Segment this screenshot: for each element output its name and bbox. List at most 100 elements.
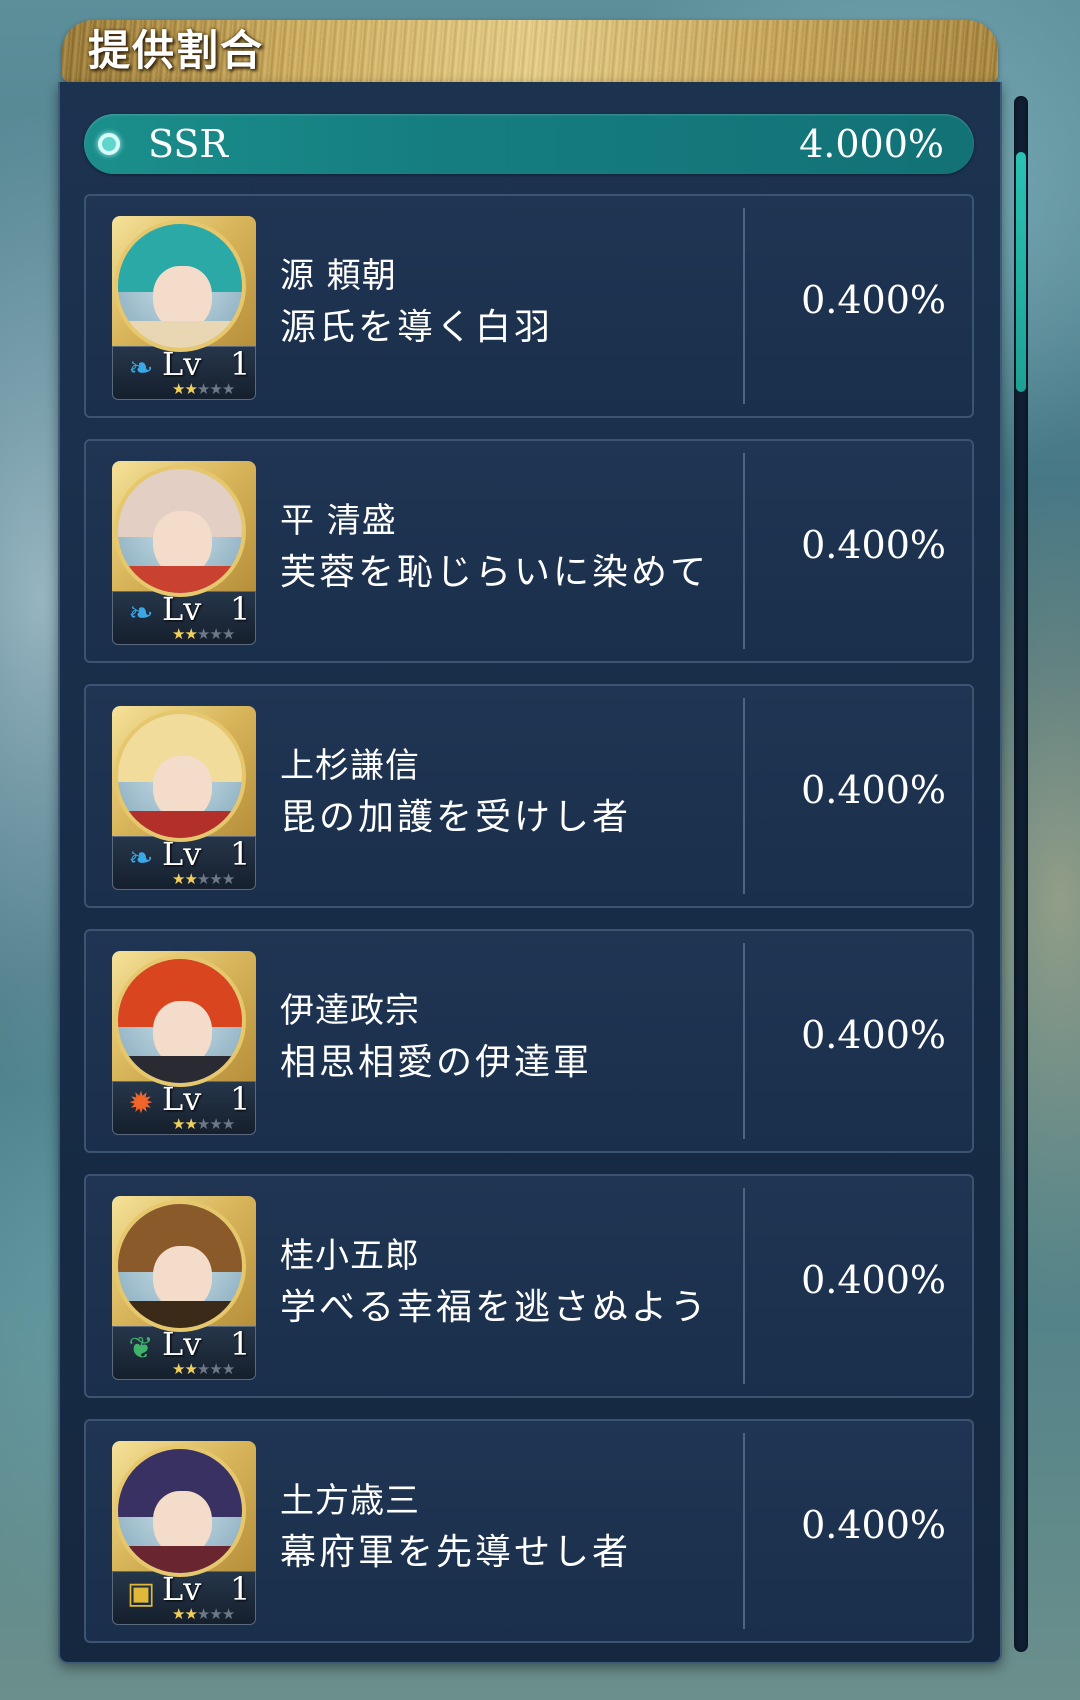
star-icon: ★ bbox=[209, 1115, 222, 1133]
character-name: 桂小五郎 bbox=[280, 1236, 420, 1276]
star-icon: ★ bbox=[184, 870, 197, 888]
drop-rate: 0.400% bbox=[801, 1503, 946, 1547]
character-card[interactable]: ❧ Lv 1 ★★★★★ bbox=[112, 706, 256, 890]
list-item[interactable]: ❧ Lv 1 ★★★★★ 平 清盛 芙蓉を恥じらいに染めて 0.400% bbox=[84, 439, 974, 663]
star-icon: ★ bbox=[221, 1360, 235, 1378]
star-icon: ★ bbox=[221, 625, 235, 643]
character-card[interactable]: ❧ Lv 1 ★★★★★ bbox=[112, 461, 256, 645]
star-icon: ★ bbox=[184, 1360, 197, 1378]
card-title: 毘の加護を受けし者 bbox=[280, 797, 632, 838]
character-name: 上杉謙信 bbox=[280, 746, 420, 786]
list-item[interactable]: ❧ Lv 1 ★★★★★ 上杉謙信毘の加護を受けし者 0.400% bbox=[84, 684, 974, 908]
level-label: Lv bbox=[162, 345, 202, 383]
star-icon: ★ bbox=[209, 1360, 222, 1378]
star-icon: ★ bbox=[196, 1115, 210, 1133]
character-name: 伊達政宗 bbox=[280, 991, 420, 1031]
star-icon: ★ bbox=[172, 1360, 185, 1378]
drop-rate: 0.400% bbox=[801, 523, 946, 567]
level-label: Lv bbox=[162, 835, 202, 873]
star-rating: ★★★★★ bbox=[172, 380, 235, 398]
star-icon: ★ bbox=[196, 1360, 210, 1378]
character-portrait bbox=[114, 220, 246, 352]
water-leaf-icon: ❧ bbox=[128, 841, 154, 876]
page-title: 提供割合 bbox=[88, 26, 265, 75]
character-portrait bbox=[114, 465, 246, 597]
list-item[interactable]: ✹ Lv 1 ★★★★★ 伊達政宗 相思相愛の伊達軍 0.400% bbox=[84, 929, 974, 1153]
fire-icon: ✹ bbox=[128, 1086, 154, 1121]
level-value: 1 bbox=[230, 1080, 251, 1118]
star-icon: ★ bbox=[172, 1115, 185, 1133]
level-label: Lv bbox=[162, 1325, 202, 1363]
star-icon: ★ bbox=[221, 1605, 235, 1623]
star-icon: ★ bbox=[184, 625, 197, 643]
star-icon: ★ bbox=[172, 625, 185, 643]
star-rating: ★★★★★ bbox=[172, 1115, 235, 1133]
character-card[interactable]: ❧ Lv 1 ★★★★★ bbox=[112, 216, 256, 400]
level-label: Lv bbox=[162, 1080, 202, 1118]
card-title: 相思相愛の伊達軍 bbox=[280, 1042, 593, 1083]
level-value: 1 bbox=[230, 345, 251, 383]
row-divider bbox=[743, 208, 745, 404]
star-icon: ★ bbox=[209, 625, 222, 643]
row-divider bbox=[743, 1188, 745, 1384]
star-icon: ★ bbox=[221, 870, 235, 888]
list-item[interactable]: ▣ Lv 1 ★★★★★ 土方歳三 幕府軍を先導せし者 0.400% bbox=[84, 1419, 974, 1643]
level-value: 1 bbox=[230, 1325, 251, 1363]
character-name: 平 清盛 bbox=[280, 501, 397, 541]
character-portrait bbox=[114, 955, 246, 1087]
level-label: Lv bbox=[162, 590, 202, 628]
star-icon: ★ bbox=[196, 380, 210, 398]
level-value: 1 bbox=[230, 1570, 251, 1608]
row-divider bbox=[743, 453, 745, 649]
character-portrait bbox=[114, 1200, 246, 1332]
card-title: 幕府軍を先導せし者 bbox=[280, 1532, 632, 1573]
character-card[interactable]: ▣ Lv 1 ★★★★★ bbox=[112, 1441, 256, 1625]
rarity-rate: 4.000% bbox=[799, 122, 944, 166]
earth-blocks-icon: ▣ bbox=[126, 1576, 156, 1611]
list-item[interactable]: ❧ Lv 1 ★★★★★ 源 頼朝 源氏を導く白羽 0.400% bbox=[84, 194, 974, 418]
star-icon: ★ bbox=[209, 870, 222, 888]
star-rating: ★★★★★ bbox=[172, 1605, 235, 1623]
drop-rate: 0.400% bbox=[801, 1013, 946, 1057]
character-name: 土方歳三 bbox=[280, 1481, 420, 1521]
star-rating: ★★★★★ bbox=[172, 625, 235, 643]
card-title: 学べる幸福を逃さぬよう bbox=[280, 1287, 710, 1328]
row-divider bbox=[743, 943, 745, 1139]
star-icon: ★ bbox=[221, 1115, 235, 1133]
star-icon: ★ bbox=[184, 380, 197, 398]
character-card[interactable]: ✹ Lv 1 ★★★★★ bbox=[112, 951, 256, 1135]
star-icon: ★ bbox=[209, 380, 222, 398]
star-icon: ★ bbox=[172, 1605, 185, 1623]
card-title: 源氏を導く白羽 bbox=[280, 307, 554, 348]
level-value: 1 bbox=[230, 590, 251, 628]
drop-rate: 0.400% bbox=[801, 1258, 946, 1302]
drop-rate: 0.400% bbox=[801, 768, 946, 812]
star-icon: ★ bbox=[221, 380, 235, 398]
character-portrait bbox=[114, 710, 246, 842]
row-divider bbox=[743, 698, 745, 894]
water-leaf-icon: ❧ bbox=[128, 596, 154, 631]
drop-rate: 0.400% bbox=[801, 278, 946, 322]
wind-leaves-icon: ❦ bbox=[128, 1331, 154, 1366]
scrollbar-thumb[interactable] bbox=[1016, 152, 1026, 392]
star-icon: ★ bbox=[184, 1605, 197, 1623]
card-title: 芙蓉を恥じらいに染めて bbox=[280, 552, 710, 593]
star-icon: ★ bbox=[196, 625, 210, 643]
rarity-dot-icon bbox=[98, 133, 120, 155]
star-icon: ★ bbox=[196, 870, 210, 888]
character-name: 源 頼朝 bbox=[280, 256, 397, 296]
rarity-label: SSR bbox=[148, 122, 229, 166]
water-leaf-icon: ❧ bbox=[128, 351, 154, 386]
star-rating: ★★★★★ bbox=[172, 870, 235, 888]
star-rating: ★★★★★ bbox=[172, 1360, 235, 1378]
star-icon: ★ bbox=[184, 1115, 197, 1133]
character-portrait bbox=[114, 1445, 246, 1577]
list-item[interactable]: ❦ Lv 1 ★★★★★ 桂小五郎 学べる幸福を逃さぬよう 0.400% bbox=[84, 1174, 974, 1398]
star-icon: ★ bbox=[196, 1605, 210, 1623]
star-icon: ★ bbox=[172, 380, 185, 398]
star-icon: ★ bbox=[209, 1605, 222, 1623]
character-card[interactable]: ❦ Lv 1 ★★★★★ bbox=[112, 1196, 256, 1380]
row-divider bbox=[743, 1433, 745, 1629]
level-label: Lv bbox=[162, 1570, 202, 1608]
star-icon: ★ bbox=[172, 870, 185, 888]
